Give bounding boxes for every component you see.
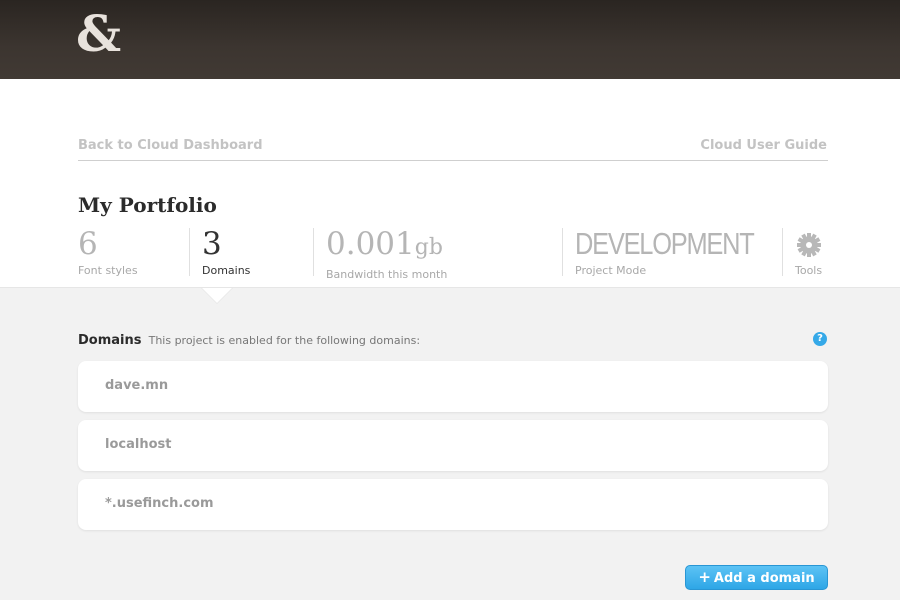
domains-label: Domains (202, 264, 251, 277)
stat-divider (189, 228, 190, 276)
tools-label: Tools (795, 264, 823, 277)
domains-title: Domains (78, 333, 142, 348)
domains-heading: Domains This project is enabled for the … (78, 330, 420, 350)
top-header-bar: & (0, 0, 900, 79)
back-to-dashboard-link[interactable]: Back to Cloud Dashboard (78, 137, 263, 155)
stat-divider (782, 228, 783, 276)
bandwidth-value-wrap: 0.001gb (326, 226, 447, 266)
add-domain-label: Add a domain (713, 571, 815, 586)
domain-name: dave.mn (105, 378, 169, 393)
domains-description: This project is enabled for the followin… (148, 334, 421, 347)
bandwidth-value: 0.001 (326, 226, 415, 262)
stat-divider (313, 228, 314, 276)
font-styles-label: Font styles (78, 264, 138, 277)
project-mode-value: DEVELOPMENT (575, 226, 755, 261)
stat-bandwidth[interactable]: 0.001gb Bandwidth this month (326, 226, 447, 281)
stat-divider (562, 228, 563, 276)
logo[interactable]: & (76, 4, 121, 64)
gear-icon (795, 226, 821, 262)
bandwidth-label: Bandwidth this month (326, 268, 448, 281)
stat-font-styles[interactable]: 6 Font styles (78, 226, 138, 278)
domain-name: localhost (105, 437, 172, 452)
plus-icon: + (698, 568, 711, 586)
add-domain-button[interactable]: + Add a domain (685, 565, 828, 590)
domains-count: 3 (202, 226, 222, 262)
stat-tools[interactable]: Tools (795, 226, 822, 278)
stat-project-mode[interactable]: DEVELOPMENT Project Mode (575, 226, 793, 278)
page-title: My Portfolio (78, 193, 217, 217)
active-tab-pointer (202, 288, 232, 303)
project-mode-label: Project Mode (575, 264, 647, 277)
domain-name: *.usefinch.com (105, 496, 214, 511)
help-icon[interactable]: ? (813, 332, 827, 346)
bandwidth-unit: gb (414, 235, 443, 260)
domain-row[interactable]: *.usefinch.com (78, 479, 828, 530)
domain-row[interactable]: dave.mn (78, 361, 828, 412)
domain-row[interactable]: localhost (78, 420, 828, 471)
font-styles-count: 6 (78, 226, 98, 262)
cloud-user-guide-link[interactable]: Cloud User Guide (700, 137, 827, 155)
stat-domains[interactable]: 3 Domains (202, 226, 250, 278)
divider (78, 160, 828, 161)
